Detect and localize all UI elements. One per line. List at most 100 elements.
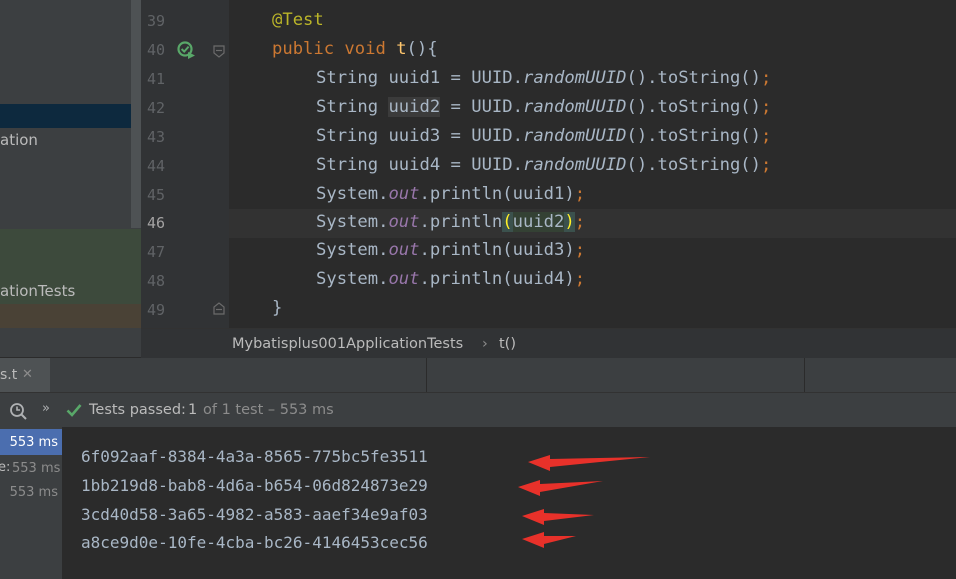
code-token: ().toString() (626, 68, 761, 88)
run-tab-label: s.t (0, 367, 18, 383)
annotation-arrows (518, 455, 650, 548)
code-line: public void t(){ (272, 39, 438, 59)
code-token: = UUID. (440, 126, 523, 146)
matched-bracket: ) (564, 212, 575, 232)
static-method: randomUUID (522, 155, 627, 175)
code-line: } (272, 298, 282, 318)
semicolon: ; (574, 184, 586, 204)
console-line: a8ce9d0e-10fe-4cba-bc26-4146453cec56 (81, 533, 428, 552)
expand-more-icon[interactable]: » (42, 401, 50, 416)
line-number: 42 (147, 99, 166, 117)
breadcrumb-method[interactable]: t() (499, 336, 516, 352)
divider (426, 358, 427, 392)
project-panel-scrollbar[interactable] (131, 0, 141, 228)
close-icon[interactable]: ✕ (22, 367, 33, 382)
code-token: .println( (419, 269, 513, 289)
arrow-annotation (528, 455, 650, 471)
code-line: @Test (272, 10, 324, 30)
method-name: t (396, 39, 407, 59)
code-token: .println (419, 212, 503, 232)
line-number: 41 (147, 70, 166, 88)
code-token: String (316, 155, 389, 175)
code-token: System. (316, 212, 389, 232)
run-tab[interactable]: s.t ✕ (0, 358, 50, 392)
code-line: String uuid4 = UUID.randomUUID().toStrin… (316, 155, 771, 175)
check-icon (66, 404, 82, 417)
line-number: 47 (147, 243, 166, 261)
breadcrumb-class[interactable]: Mybatisplus001ApplicationTests (232, 336, 463, 352)
history-icon[interactable] (9, 402, 29, 420)
line-number-current: 46 (147, 214, 166, 232)
variable: uuid4 (388, 155, 441, 175)
static-method: randomUUID (522, 126, 627, 146)
code-token: ) (564, 184, 575, 204)
console-line: 1bb219d8-bab8-4d6a-b654-06d824873e29 (81, 476, 428, 495)
variable: uuid1 (388, 68, 441, 88)
keyword: public void (272, 39, 397, 59)
breadcrumb-separator: › (482, 336, 488, 352)
project-item-application-tests[interactable]: ationTests (0, 282, 75, 300)
static-field: out (388, 212, 420, 232)
variable: uuid1 (512, 184, 565, 204)
line-number: 43 (147, 128, 166, 146)
code-token: System. (316, 240, 389, 260)
static-field: out (388, 240, 420, 260)
test-duration: 553 ms (9, 435, 58, 450)
semicolon: ; (761, 126, 772, 146)
project-item-selected[interactable] (0, 104, 141, 128)
semicolon: ; (574, 212, 586, 232)
code-token: ().toString() (626, 155, 761, 175)
project-item-application[interactable]: ation (0, 131, 38, 149)
variable: uuid3 (388, 126, 441, 146)
run-tab-bar: s.t ✕ (0, 358, 956, 393)
project-panel: ation ationTests (0, 0, 141, 357)
variable: uuid3 (512, 240, 565, 260)
code-token: String (316, 68, 389, 88)
code-token: } (272, 298, 283, 318)
run-test-icon[interactable] (177, 41, 197, 61)
test-tree-item[interactable]: 553 ms (0, 482, 62, 506)
code-token: .println( (419, 240, 513, 260)
code-line: String uuid1 = UUID.randomUUID().toStrin… (316, 68, 771, 88)
tests-passed-label: Tests passed: (89, 402, 186, 418)
code-line: System.out.println(uuid1); (316, 184, 585, 204)
fold-open-icon[interactable] (212, 44, 226, 58)
code-token: String (316, 97, 389, 117)
code-line: System.out.println(uuid3); (316, 240, 585, 260)
test-toolbar: » Tests passed: 1 of 1 test – 553 ms (0, 393, 956, 427)
console-line: 3cd40d58-3a65-4982-a583-aaef34e9af03 (81, 505, 428, 524)
variable-highlighted: uuid2 (512, 212, 565, 232)
code-token: .println( (419, 184, 513, 204)
static-field: out (388, 269, 420, 289)
code-token: = UUID. (440, 68, 523, 88)
divider (804, 358, 805, 392)
annotation: @Test (272, 10, 324, 30)
test-duration: 553 ms (12, 461, 61, 476)
test-tree-item-selected[interactable]: 553 ms (0, 429, 62, 455)
tests-summary: of 1 test – 553 ms (203, 402, 334, 418)
semicolon: ; (574, 240, 586, 260)
code-token: System. (316, 184, 389, 204)
code-token: ) (564, 269, 575, 289)
editor-gutter: 39 40 41 42 43 44 45 46 47 48 49 (141, 0, 229, 328)
code-token: (){ (406, 39, 438, 59)
code-line: String uuid3 = UUID.randomUUID().toStrin… (316, 126, 771, 146)
console-line: 6f092aaf-8384-4a3a-8565-775bc5fe3511 (81, 447, 428, 466)
test-tree-item[interactable]: e: 553 ms (0, 457, 62, 481)
test-duration: 553 ms (9, 485, 58, 500)
code-line-current: System.out.println(uuid2); (316, 212, 585, 232)
static-method: randomUUID (522, 68, 627, 88)
code-editor[interactable]: @Test public void t(){ String uuid1 = UU… (229, 0, 956, 328)
semicolon: ; (574, 269, 586, 289)
arrow-annotation (522, 532, 576, 548)
code-line: String uuid2 = UUID.randomUUID().toStrin… (316, 97, 771, 117)
line-number: 48 (147, 272, 166, 290)
semicolon: ; (761, 155, 772, 175)
code-token: String (316, 126, 389, 146)
semicolon: ; (761, 68, 772, 88)
static-method: randomUUID (522, 97, 627, 117)
test-tree: 553 ms e: 553 ms 553 ms (0, 427, 62, 579)
fold-close-icon[interactable] (212, 302, 226, 316)
code-token: = UUID. (440, 97, 523, 117)
line-number: 49 (147, 301, 166, 319)
